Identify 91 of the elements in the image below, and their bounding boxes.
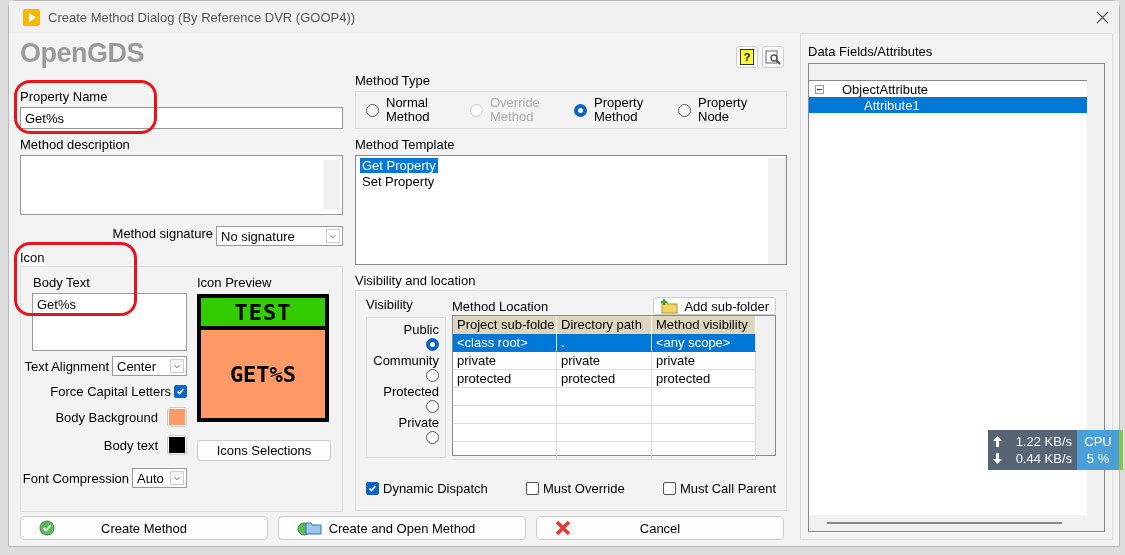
- caret-icon: [326, 229, 340, 243]
- compression-dropdown[interactable]: Auto: [132, 468, 187, 488]
- table-cell: <any scope>: [652, 334, 756, 352]
- close-icon[interactable]: [1096, 10, 1109, 24]
- property-name-field[interactable]: Get%s: [20, 107, 343, 129]
- table-cell: protected: [453, 370, 557, 388]
- checkbox[interactable]: [366, 482, 379, 495]
- radio-button[interactable]: [426, 369, 439, 382]
- checkmark-icon: [176, 387, 185, 396]
- check-circle-icon: [39, 520, 55, 536]
- checkbox-label: Must Call Parent: [679, 481, 776, 496]
- field-label: Body Text: [33, 275, 90, 291]
- help-button[interactable]: ?: [736, 46, 758, 68]
- caret-icon: [170, 359, 184, 373]
- dialog-button[interactable]: Cancel: [536, 516, 784, 540]
- search-icon: [765, 49, 781, 65]
- table-cell: .: [557, 334, 652, 352]
- radio-button[interactable]: [426, 338, 439, 351]
- collapse-icon[interactable]: [815, 84, 824, 94]
- cpu-reading: 5 %: [1086, 451, 1110, 466]
- group-title: Visibility and location: [355, 273, 476, 289]
- radio-button[interactable]: [426, 431, 439, 444]
- search-button[interactable]: [762, 46, 784, 68]
- field-label: Visibility: [366, 297, 413, 313]
- table-cell: protected: [557, 370, 652, 388]
- logo: OpenGDS: [20, 37, 144, 69]
- icons-selections-button[interactable]: Icons Selections: [197, 440, 331, 461]
- caret-icon: [170, 471, 184, 485]
- app-icon: [23, 8, 40, 26]
- panel-title: Data Fields/Attributes: [808, 44, 933, 60]
- table-cell: protected: [652, 370, 756, 388]
- description-field[interactable]: [20, 155, 343, 215]
- up-arrow-icon: [993, 436, 1002, 447]
- list-item[interactable]: Set Property: [360, 174, 437, 189]
- column-header[interactable]: Directory path: [557, 316, 652, 334]
- field-label: Body text: [103, 437, 158, 453]
- checkmark-icon: [368, 484, 377, 493]
- group-title: Method Type: [355, 73, 430, 89]
- field-label: Property Name: [20, 89, 108, 105]
- down-arrow-icon: [993, 453, 1002, 464]
- alignment-dropdown[interactable]: Center: [112, 356, 187, 376]
- dialog-button[interactable]: Create and Open Method: [278, 516, 526, 540]
- group-title: Icon: [20, 250, 45, 266]
- radio-label: Protected: [383, 384, 439, 399]
- radio-label: Public: [403, 322, 439, 337]
- radio-button[interactable]: [574, 103, 587, 117]
- window-title: Create Method Dialog (By Reference DVR (GOOP4)): [48, 9, 357, 25]
- scrollbar[interactable]: [809, 515, 1087, 531]
- field-label: Method signature: [112, 226, 213, 242]
- radio-label: Normal Method: [386, 96, 431, 124]
- checkbox-label: Dynamic Dispatch: [383, 481, 488, 496]
- folder-plus-icon: [660, 298, 679, 314]
- speed-reading: 1.22 KB/s: [1015, 434, 1072, 449]
- cpu-label: CPU: [1084, 434, 1112, 449]
- checkbox[interactable]: [174, 385, 187, 398]
- scrollbar[interactable]: [768, 158, 786, 264]
- tree-node[interactable]: ObjectAttribute: [809, 81, 1087, 97]
- field-label: Body Background: [55, 409, 158, 425]
- radio-button[interactable]: [426, 400, 439, 413]
- radio-label: Community: [373, 353, 439, 368]
- field-label: Font Compression: [22, 470, 129, 486]
- checkbox[interactable]: [526, 482, 539, 495]
- field-label: Method description: [20, 137, 130, 153]
- radio-button[interactable]: [366, 103, 379, 117]
- table-cell: private: [453, 352, 557, 370]
- radio-label: Property Node: [698, 96, 749, 124]
- table-cell: private: [652, 352, 756, 370]
- field-label: Method Location: [452, 298, 549, 314]
- add-subfolder-button[interactable]: Add sub-folder: [653, 297, 776, 315]
- cross-icon: [555, 520, 571, 536]
- field-label: Force Capital Letters: [50, 384, 171, 399]
- body-text-field[interactable]: Get%s: [32, 293, 187, 351]
- speed-reading: 0.44 KB/s: [1015, 451, 1072, 466]
- icon-preview: TEST GET%S: [197, 294, 329, 422]
- field-label: Icon Preview: [197, 275, 272, 291]
- column-header[interactable]: Method visibility: [652, 316, 756, 334]
- radio-label: Override Method: [490, 96, 541, 124]
- radio-label: Property Method: [594, 96, 645, 124]
- checkbox-label: Must Override: [543, 481, 625, 496]
- tree-node[interactable]: Attribute1: [809, 97, 1087, 113]
- field-label: Method Template: [355, 137, 455, 153]
- radio-label: Private: [398, 415, 439, 430]
- table-cell: private: [557, 352, 652, 370]
- dialog-button[interactable]: Create Method: [20, 516, 268, 540]
- column-header[interactable]: Project sub-folde: [453, 316, 557, 334]
- field-label: Text Alignment: [24, 358, 109, 374]
- radio-button[interactable]: [678, 103, 691, 117]
- table-cell: <class root>: [453, 334, 557, 352]
- list-item[interactable]: Get Property: [360, 158, 438, 173]
- signature-dropdown[interactable]: No signature: [216, 226, 343, 246]
- checkbox[interactable]: [662, 482, 676, 495]
